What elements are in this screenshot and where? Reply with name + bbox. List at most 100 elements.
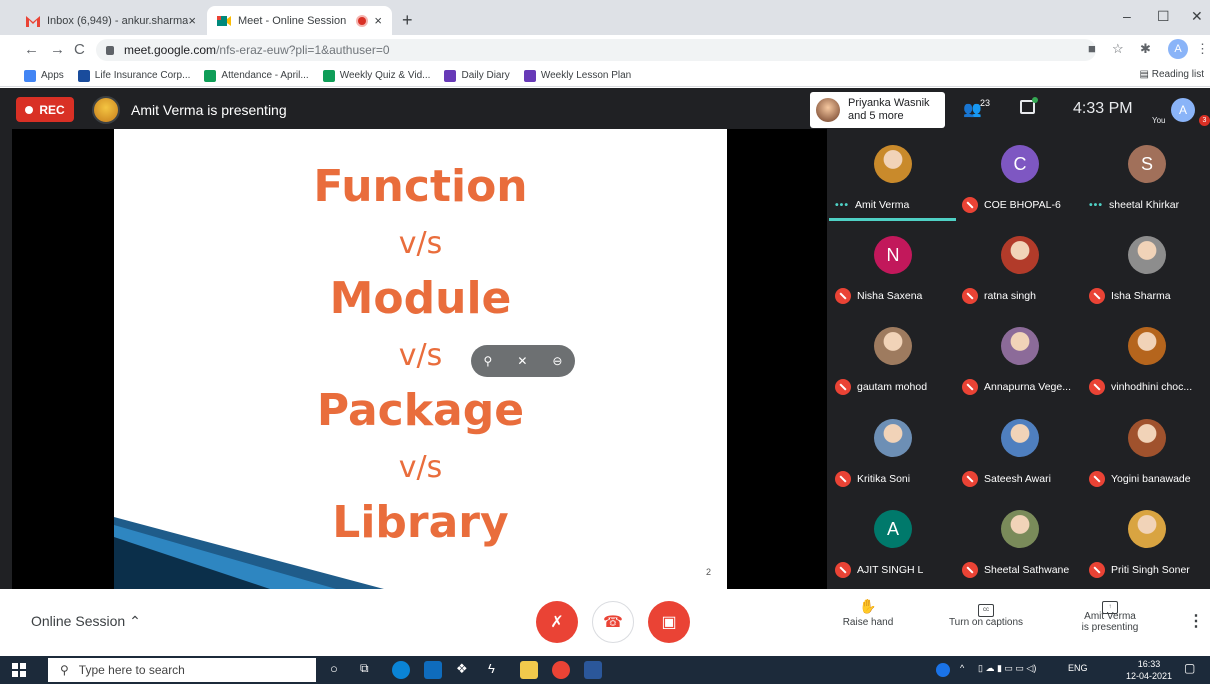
chrome-icon[interactable] <box>552 661 570 679</box>
participant-tile[interactable]: gautam mohod <box>829 311 956 403</box>
meeting-details-button[interactable]: Online Session ⌃ <box>31 613 141 630</box>
participant-tile[interactable]: Yogini banawade <box>1083 403 1210 495</box>
captions-icon: cc <box>978 604 994 617</box>
participant-name: sheetal Khirkar <box>1109 199 1180 211</box>
tray-icons[interactable]: ▯ ☁ ▮ ▭ ▭ ◁) <box>978 663 1036 674</box>
participant-label: Priti Singh Soner <box>1089 561 1190 579</box>
meet-icon <box>217 15 231 26</box>
forward-arrow-icon[interactable]: → <box>50 41 65 58</box>
windows-taskbar: ⚲ Type here to search ○ ⧉ ❖ ϟ ^ ▯ ☁ ▮ ▭ ▭… <box>0 656 1210 684</box>
participant-tile[interactable]: ••• Amit Verma <box>829 129 956 221</box>
power-automate-icon[interactable]: ϟ <box>488 661 506 679</box>
extensions-icon[interactable]: ✱ <box>1140 41 1151 57</box>
url-host: meet.google.com <box>124 43 217 57</box>
lic-icon <box>77 69 90 82</box>
star-icon[interactable]: ☆ <box>1112 41 1124 57</box>
participant-name: Nisha Saxena <box>857 290 923 302</box>
minimize-button[interactable]: – <box>1123 8 1131 24</box>
meet-window: REC Amit Verma is presenting Priyanka Wa… <box>0 88 1210 654</box>
participant-tile[interactable]: Sheetal Sathwane <box>956 494 1083 586</box>
url-input[interactable]: meet.google.com /nfs-eraz-euw?pli=1&auth… <box>96 39 1096 61</box>
participant-avatar <box>874 327 912 365</box>
lock-icon <box>106 45 114 55</box>
participant-name: Yogini banawade <box>1111 473 1191 485</box>
captions-button[interactable]: cc Turn on captions <box>940 595 1032 628</box>
raise-hand-button[interactable]: ✋ Raise hand <box>838 595 898 628</box>
tab-gmail-inbox[interactable]: Inbox (6,949) - ankur.sharma@ni × <box>16 6 206 35</box>
participant-name: Kritika Soni <box>857 473 911 485</box>
profile-avatar[interactable]: A <box>1168 39 1188 59</box>
participant-tile[interactable]: S ••• sheetal Khirkar <box>1083 129 1210 221</box>
taskbar-search-input[interactable]: ⚲ Type here to search <box>48 658 316 682</box>
close-tab-icon[interactable]: × <box>188 13 196 28</box>
menu-icon[interactable]: ⋮ <box>1196 41 1209 57</box>
bookmark-weekly-quiz[interactable]: Weekly Quiz & Vid... <box>322 69 430 82</box>
maximize-button[interactable]: ☐ <box>1157 8 1170 25</box>
bookmark-weekly-lesson-plan[interactable]: Weekly Lesson Plan <box>523 69 631 82</box>
participant-label: Isha Sharma <box>1089 287 1171 305</box>
slide-line: Module <box>329 273 512 324</box>
people-icon[interactable]: 👥 <box>963 100 982 118</box>
slide-line: v/s <box>398 338 443 373</box>
back-arrow-icon[interactable]: ← <box>24 41 39 58</box>
leave-call-button[interactable]: ☎ <box>592 601 634 643</box>
dropbox-icon[interactable]: ❖ <box>456 661 474 679</box>
mic-muted-icon <box>962 471 978 487</box>
more-options-icon[interactable]: ⋮ <box>1188 611 1204 631</box>
participant-label: vinhodhini choc... <box>1089 378 1192 396</box>
url-path: /nfs-eraz-euw?pli=1&authuser=0 <box>216 43 390 57</box>
tab-meet-online-session[interactable]: Meet - Online Session × <box>207 6 392 35</box>
participant-tile[interactable]: Priti Singh Soner <box>1083 494 1210 586</box>
bookmark-daily-diary[interactable]: Daily Diary <box>444 69 510 82</box>
new-tab-button[interactable]: + <box>402 10 413 31</box>
file-explorer-icon[interactable] <box>520 661 538 679</box>
active-speakers[interactable]: Priyanka Wasnik and 5 more <box>810 92 945 128</box>
cortana-icon[interactable]: ○ <box>330 661 348 679</box>
bookmarks-bar: Apps Life Insurance Corp... Attendance -… <box>0 65 1210 87</box>
bookmark-lic[interactable]: Life Insurance Corp... <box>77 69 190 82</box>
participant-tile[interactable]: N Nisha Saxena <box>829 220 956 312</box>
close-window-button[interactable]: ✕ <box>1191 8 1203 25</box>
mail-icon[interactable] <box>424 661 442 679</box>
word-icon[interactable] <box>584 661 602 679</box>
present-now-button[interactable]: ↑ Amit Verma is presenting <box>1070 595 1150 633</box>
participant-tile[interactable]: vinhodhini choc... <box>1083 311 1210 403</box>
remove-icon[interactable]: ⊖ <box>552 354 562 368</box>
tray-chevron-icon[interactable]: ^ <box>960 663 964 673</box>
bookmark-attendance[interactable]: Attendance - April... <box>204 69 309 82</box>
mute-tile-icon[interactable]: ✕ <box>517 354 527 368</box>
participant-tile[interactable]: Kritika Soni <box>829 403 956 495</box>
speaking-indicator-icon: ••• <box>1089 199 1104 211</box>
self-avatar[interactable]: A <box>1171 98 1195 122</box>
reading-list-button[interactable]: ▤ Reading list <box>1140 69 1205 80</box>
participant-label: ••• Amit Verma <box>835 196 909 214</box>
participant-tile[interactable]: Isha Sharma <box>1083 220 1210 312</box>
help-icon[interactable] <box>936 663 950 677</box>
participant-avatar <box>1128 510 1166 548</box>
camera-icon[interactable]: ■ <box>1088 41 1096 56</box>
reload-icon[interactable]: C <box>74 41 85 58</box>
participant-tile[interactable]: C COE BHOPAL-6 <box>956 129 1083 221</box>
taskbar-clock[interactable]: 16:33 12-04-2021 <box>1126 658 1172 682</box>
slide-line: Function <box>313 161 528 212</box>
camera-toggle-button[interactable]: ▣ <box>648 601 690 643</box>
microphone-toggle-button[interactable]: ✗ <box>536 601 578 643</box>
task-view-icon[interactable]: ⧉ <box>360 661 378 679</box>
slide-line: v/s <box>398 450 443 485</box>
notifications-icon[interactable]: ▢ <box>1184 661 1195 675</box>
bookmark-apps[interactable]: Apps <box>24 69 64 82</box>
close-tab-icon[interactable]: × <box>374 13 382 28</box>
participant-tile[interactable]: ratna singh <box>956 220 1083 312</box>
pin-icon[interactable]: ⚲ <box>484 354 493 368</box>
mic-muted-icon <box>962 379 978 395</box>
participant-tile[interactable]: A AJIT SINGH L <box>829 494 956 586</box>
input-language[interactable]: ENG <box>1068 663 1088 673</box>
edge-icon[interactable] <box>392 661 410 679</box>
tile-controls[interactable]: ⚲ ✕ ⊖ <box>471 345 575 377</box>
windows-start-icon[interactable] <box>12 663 26 677</box>
participant-tile[interactable]: Sateesh Awari <box>956 403 1083 495</box>
participant-avatar: C <box>1001 145 1039 183</box>
participant-label: ••• sheetal Khirkar <box>1089 196 1179 214</box>
participant-tile[interactable]: Annapurna Vege... <box>956 311 1083 403</box>
browser-tab-strip: Inbox (6,949) - ankur.sharma@ni × Meet -… <box>0 0 1210 35</box>
